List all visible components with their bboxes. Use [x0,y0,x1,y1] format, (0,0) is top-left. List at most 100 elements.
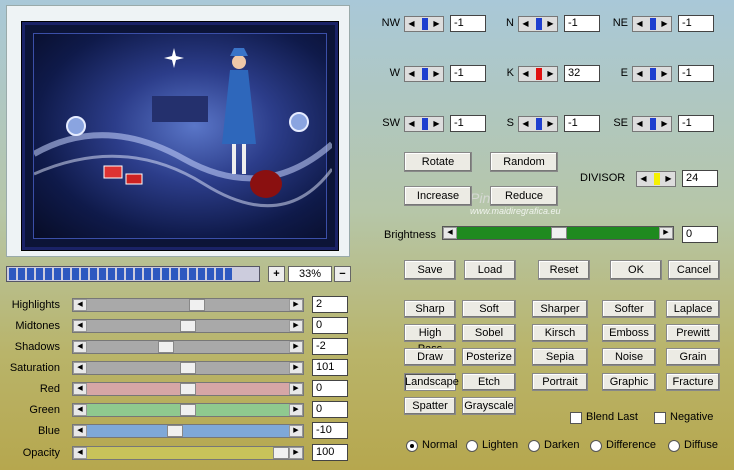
w-spinner[interactable]: ◀ ▶ [404,66,444,82]
red-thumb[interactable] [180,383,196,395]
shadows-right-arrow-icon[interactable]: ▶ [289,341,303,353]
se-value[interactable]: -1 [678,115,714,132]
blue-left-arrow-icon[interactable]: ◀ [73,425,87,437]
blue-thumb[interactable] [167,425,183,437]
midtones-value[interactable]: 0 [312,317,348,334]
preset-landscape-button[interactable]: Landscape [404,373,459,391]
opacity-right-arrow-icon[interactable]: ▶ [289,447,303,459]
opacity-thumb[interactable] [273,447,289,459]
preset-grayscale-button[interactable]: Grayscale [462,397,516,415]
saturation-value[interactable]: 101 [312,359,348,376]
ok-button[interactable]: OK [610,260,662,280]
saturation-right-arrow-icon[interactable]: ▶ [289,362,303,374]
load-button[interactable]: Load [464,260,516,280]
preset-sharper-button[interactable]: Sharper [532,300,588,318]
preset-soft-button[interactable]: Soft [462,300,516,318]
midtones-thumb[interactable] [180,320,196,332]
sw-value[interactable]: -1 [450,115,486,132]
mode-normal-radio[interactable] [406,440,418,452]
n-value[interactable]: -1 [564,15,600,32]
highlights-thumb[interactable] [189,299,205,311]
e-value[interactable]: -1 [678,65,714,82]
nw-thumb[interactable] [422,18,428,30]
highlights-right-arrow-icon[interactable]: ▶ [289,299,303,311]
nw-value[interactable]: -1 [450,15,486,32]
zoom-out-button[interactable]: − [334,266,351,282]
e-right-arrow-icon[interactable]: ▶ [658,67,671,81]
highlights-value[interactable]: 2 [312,296,348,313]
nw-spinner[interactable]: ◀ ▶ [404,16,444,32]
s-value[interactable]: -1 [564,115,600,132]
midtones-left-arrow-icon[interactable]: ◀ [73,320,87,332]
w-thumb[interactable] [422,68,428,80]
k-spinner[interactable]: ◀ ▶ [518,66,558,82]
se-thumb[interactable] [650,118,656,130]
s-left-arrow-icon[interactable]: ◀ [519,117,532,131]
s-right-arrow-icon[interactable]: ▶ [544,117,557,131]
ne-spinner[interactable]: ◀ ▶ [632,16,672,32]
preset-etch-button[interactable]: Etch [462,373,516,391]
opacity-value[interactable]: 100 [312,444,348,461]
k-thumb[interactable] [536,68,542,80]
brightness-value[interactable]: 0 [682,226,718,243]
divisor-right-arrow-icon[interactable]: ▶ [662,172,675,186]
preset-spatter-button[interactable]: Spatter [404,397,456,415]
preset-prewitt-button[interactable]: Prewitt [666,324,720,342]
blue-right-arrow-icon[interactable]: ▶ [289,425,303,437]
mode-diffuse-radio[interactable] [668,440,680,452]
negative-checkbox[interactable] [654,412,666,424]
preset-noise-button[interactable]: Noise [602,348,656,366]
green-right-arrow-icon[interactable]: ▶ [289,404,303,416]
red-value[interactable]: 0 [312,380,348,397]
midtones-slider[interactable]: ◀ ▶ [72,319,304,333]
w-left-arrow-icon[interactable]: ◀ [405,67,418,81]
green-thumb[interactable] [180,404,196,416]
preset-sepia-button[interactable]: Sepia [532,348,588,366]
saturation-left-arrow-icon[interactable]: ◀ [73,362,87,374]
highlights-left-arrow-icon[interactable]: ◀ [73,299,87,311]
sw-right-arrow-icon[interactable]: ▶ [430,117,443,131]
red-slider[interactable]: ◀ ▶ [72,382,304,396]
shadows-thumb[interactable] [158,341,174,353]
sw-spinner[interactable]: ◀ ▶ [404,116,444,132]
preset-graphic-button[interactable]: Graphic [602,373,656,391]
preset-softer-button[interactable]: Softer [602,300,656,318]
se-right-arrow-icon[interactable]: ▶ [658,117,671,131]
reduce-button[interactable]: Reduce [490,186,558,206]
zoom-in-button[interactable]: + [268,266,285,282]
blend-last-checkbox[interactable] [570,412,582,424]
preset-draw-button[interactable]: Draw [404,348,456,366]
divisor-value[interactable]: 24 [682,170,718,187]
shadows-value[interactable]: -2 [312,338,348,355]
ne-value[interactable]: -1 [678,15,714,32]
k-value[interactable]: 32 [564,65,600,82]
save-button[interactable]: Save [404,260,456,280]
red-left-arrow-icon[interactable]: ◀ [73,383,87,395]
shadows-left-arrow-icon[interactable]: ◀ [73,341,87,353]
opacity-slider[interactable]: ◀ ▶ [72,446,304,460]
opacity-left-arrow-icon[interactable]: ◀ [73,447,87,459]
cancel-button[interactable]: Cancel [668,260,720,280]
e-left-arrow-icon[interactable]: ◀ [633,67,646,81]
preset-laplace-button[interactable]: Laplace [666,300,720,318]
rotate-button[interactable]: Rotate [404,152,472,172]
sw-left-arrow-icon[interactable]: ◀ [405,117,418,131]
preset-fracture-button[interactable]: Fracture [666,373,720,391]
s-spinner[interactable]: ◀ ▶ [518,116,558,132]
midtones-right-arrow-icon[interactable]: ▶ [289,320,303,332]
n-thumb[interactable] [536,18,542,30]
brightness-right-arrow-icon[interactable]: ▶ [659,227,673,239]
brightness-slider[interactable]: ◀ ▶ [442,226,674,240]
ne-left-arrow-icon[interactable]: ◀ [633,17,646,31]
green-slider[interactable]: ◀ ▶ [72,403,304,417]
ne-thumb[interactable] [650,18,656,30]
k-left-arrow-icon[interactable]: ◀ [519,67,532,81]
brightness-thumb[interactable] [551,227,567,239]
ne-right-arrow-icon[interactable]: ▶ [658,17,671,31]
e-spinner[interactable]: ◀ ▶ [632,66,672,82]
random-button[interactable]: Random [490,152,558,172]
brightness-left-arrow-icon[interactable]: ◀ [443,227,457,239]
w-value[interactable]: -1 [450,65,486,82]
mode-darken-radio[interactable] [528,440,540,452]
w-right-arrow-icon[interactable]: ▶ [430,67,443,81]
